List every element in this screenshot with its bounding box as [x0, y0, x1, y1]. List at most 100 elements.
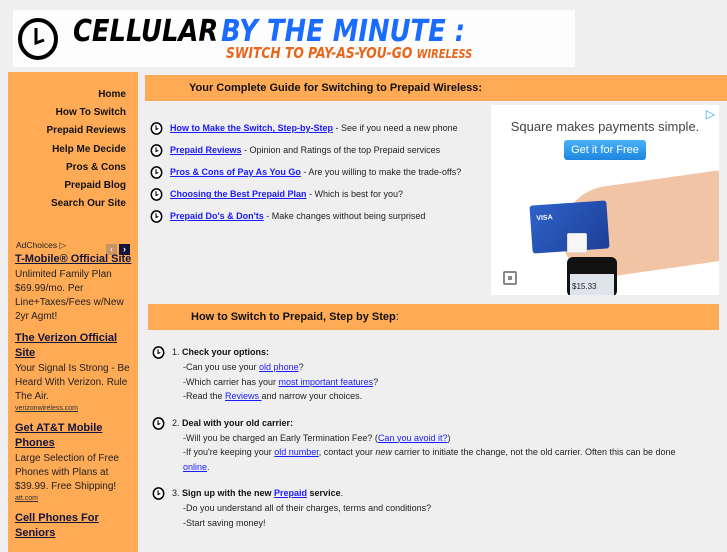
line-text: and narrow your choices. — [261, 391, 363, 401]
step-title-text: Check your options: — [182, 347, 270, 357]
ad-body: Unlimited Family Plan $69.99/mo. Per Lin… — [15, 268, 124, 322]
guide-desc: - Are you willing to make the trade-offs… — [300, 167, 462, 177]
ad-headline-link[interactable]: Get AT&T Mobile Phones — [15, 421, 137, 452]
ad-headline: Square makes payments simple. — [510, 119, 700, 134]
ad-url-link[interactable]: verizonwireless.com — [15, 404, 137, 414]
link-prepaid[interactable]: Prepaid — [274, 488, 307, 498]
line-text: , contact your — [318, 447, 376, 457]
guide-desc: - Opinion and Ratings of the top Prepaid… — [241, 145, 441, 155]
clock-logo-icon — [18, 18, 58, 60]
guide-item: Choosing the Best Prepaid Plan - Which i… — [150, 183, 490, 205]
phone-amount: $15.33 — [570, 274, 614, 295]
guide-link-dos-donts[interactable]: Prepaid Do's & Don'ts — [170, 211, 264, 221]
guide-item: Prepaid Reviews - Opinion and Ratings of… — [150, 139, 490, 161]
line-text: carrier to initiate the change, not the … — [391, 447, 676, 457]
adchoices-icon: ▷ — [59, 240, 67, 250]
ad-headline-link[interactable]: The Verizon Official Site — [15, 331, 137, 362]
step-title: 1. Check your options: — [172, 345, 720, 360]
sidebar-ads: T-Mobile® Official Site Unlimited Family… — [15, 252, 137, 549]
card-reader-image — [567, 233, 587, 253]
line-text: -If you're keeping your — [183, 447, 275, 457]
link-avoid-etf[interactable]: Can you avoid it? — [378, 433, 448, 443]
step-item: 1. Check your options: -Can you use your… — [150, 345, 720, 404]
steps-list: 1. Check your options: -Can you use your… — [150, 345, 720, 542]
step-title: 2. Deal with your old carrier: — [172, 416, 720, 431]
step-title: 3. Sign up with the new Prepaid service. — [172, 486, 720, 501]
ad-headline-link[interactable]: Cell Phones For Seniors — [15, 511, 137, 542]
adchoices-label: AdChoices — [16, 240, 58, 250]
text-ad: T-Mobile® Official Site Unlimited Family… — [15, 252, 137, 324]
line-text: -Which carrier has your — [183, 376, 279, 387]
nav-pros-cons[interactable]: Pros & Cons — [47, 159, 126, 177]
step-title-end: . — [340, 488, 344, 498]
sidebar: Home How To Switch Prepaid Reviews Help … — [8, 72, 138, 552]
ad-body: Your Signal Is Strong - Be Heard With Ve… — [15, 362, 130, 402]
nav-search-our-site[interactable]: Search Our Site — [47, 195, 126, 213]
nav-how-to-switch[interactable]: How To Switch — [47, 104, 126, 122]
ad-headline-link[interactable]: T-Mobile® Official Site — [15, 252, 137, 268]
step-line: -Read the Reviews and narrow your choice… — [172, 389, 720, 404]
line-text: ? — [298, 362, 304, 372]
line-text: ? — [373, 376, 379, 387]
phone-image: $15.33 — [567, 257, 617, 295]
text-ad: Get AT&T Mobile Phones Large Selection o… — [15, 421, 137, 504]
step-line: -Which carrier has your most important f… — [172, 375, 720, 390]
step-title-text: Deal with your old carrier: — [182, 417, 294, 428]
guide-link-pros-cons[interactable]: Pros & Cons of Pay As You Go — [170, 167, 301, 177]
text-ad: The Verizon Official Site Your Signal Is… — [15, 331, 137, 414]
line-text: -Can you use your — [183, 362, 260, 372]
nav-prepaid-reviews[interactable]: Prepaid Reviews — [47, 122, 126, 140]
step-item: 3. Sign up with the new Prepaid service.… — [150, 486, 720, 530]
tagline-main: SWITCH TO PAY-AS-YOU-GO — [226, 44, 413, 62]
ad-body: Large Selection of Free Phones with Plan… — [15, 452, 119, 492]
clock-icon — [150, 122, 163, 135]
link-online[interactable]: online — [183, 462, 207, 472]
square-display-ad[interactable]: ▷ Square makes payments simple. Get it f… — [491, 105, 719, 295]
link-reviews[interactable]: Reviews — [225, 391, 262, 401]
clock-icon — [150, 188, 163, 201]
step-title-text: service — [307, 488, 341, 498]
nav-prepaid-blog[interactable]: Prepaid Blog — [47, 177, 126, 195]
guide-link-best-plan[interactable]: Choosing the Best Prepaid Plan — [170, 189, 307, 199]
steps-header-colon: : — [395, 311, 399, 323]
guide-link-how-to-switch[interactable]: How to Make the Switch, Step-by-Step — [170, 123, 333, 133]
step-line: -If you're keeping your old number, cont… — [172, 445, 720, 474]
guide-list: How to Make the Switch, Step-by-Step - S… — [150, 117, 490, 227]
step-title-text: Sign up with the new — [182, 488, 275, 498]
guide-link-prepaid-reviews[interactable]: Prepaid Reviews — [170, 145, 242, 155]
ad-url-link[interactable]: att.com — [15, 494, 137, 504]
link-old-phone[interactable]: old phone — [259, 362, 299, 372]
clock-icon — [150, 144, 163, 157]
guide-desc: - Which is best for you? — [306, 189, 404, 199]
step-number: 3. — [172, 488, 180, 498]
text-ad: Cell Phones For Seniors — [15, 511, 137, 542]
site-logo-banner[interactable]: CELLULAR BY THE MINUTE : SWITCH TO PAY-A… — [13, 10, 575, 67]
guide-item: Pros & Cons of Pay As You Go - Are you w… — [150, 161, 490, 183]
step-line: -Will you be charged an Early Terminatio… — [172, 431, 720, 446]
card-brand: VISA — [536, 214, 553, 223]
guide-item: How to Make the Switch, Step-by-Step - S… — [150, 117, 490, 139]
tagline-small: WIRELESS — [416, 47, 473, 61]
logo-word-cellular: CELLULAR — [73, 14, 219, 49]
line-text: -Will you be charged an Early Terminatio… — [183, 432, 378, 443]
clock-icon — [150, 210, 163, 223]
link-important-features[interactable]: most important features — [279, 377, 374, 387]
nav-help-me-decide[interactable]: Help Me Decide — [47, 141, 126, 159]
step-line: -Can you use your old phone? — [172, 360, 720, 375]
line-text: -Read the — [183, 391, 226, 401]
clock-icon — [150, 166, 163, 179]
guide-desc: - See if you need a new phone — [333, 123, 458, 133]
steps-header: How to Switch to Prepaid, Step by Step: — [148, 304, 719, 330]
step-line: -Start saving money! — [183, 517, 266, 528]
link-old-number[interactable]: old number — [274, 447, 319, 457]
step-line: -Do you understand all of their charges,… — [183, 503, 432, 513]
guide-item: Prepaid Do's & Don'ts - Make changes wit… — [150, 205, 490, 227]
ad-cta-button[interactable]: Get it for Free — [564, 140, 646, 160]
step-item: 2. Deal with your old carrier: -Will you… — [150, 416, 720, 475]
adchoices-link[interactable]: AdChoices ▷ — [16, 240, 66, 251]
steps-header-text: How to Switch to Prepaid, Step by Step — [191, 311, 396, 323]
step-number: 2. — [172, 417, 180, 428]
line-text: . — [207, 461, 210, 472]
nav-home[interactable]: Home — [47, 86, 126, 104]
square-logo-icon — [503, 271, 517, 285]
